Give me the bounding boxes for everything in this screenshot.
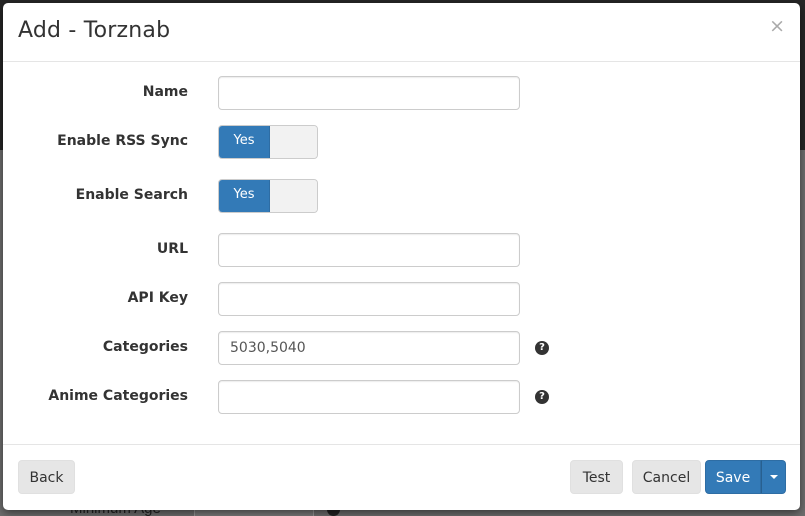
url-input[interactable] bbox=[218, 233, 520, 267]
url-label: URL bbox=[156, 241, 188, 257]
enable-search-yes: Yes bbox=[219, 180, 270, 212]
anime-categories-input[interactable] bbox=[218, 380, 520, 414]
enable-rss-sync-yes: Yes bbox=[219, 126, 270, 158]
modal-header: Add - Torznab × bbox=[3, 3, 800, 62]
cancel-button[interactable]: Cancel bbox=[632, 460, 701, 494]
save-button[interactable]: Save bbox=[705, 460, 761, 494]
question-circle-icon[interactable]: ? bbox=[535, 390, 549, 404]
categories-input[interactable] bbox=[218, 331, 520, 365]
back-button[interactable]: Back bbox=[18, 460, 75, 494]
enable-rss-sync-off-handle bbox=[270, 126, 317, 158]
anime-categories-row: Anime Categories ? bbox=[3, 380, 800, 414]
save-options-button[interactable] bbox=[761, 460, 786, 494]
url-row: URL bbox=[3, 233, 800, 267]
name-input[interactable] bbox=[218, 76, 520, 110]
api-key-input[interactable] bbox=[218, 282, 520, 316]
categories-row: Categories ? bbox=[3, 331, 800, 365]
modal-footer: Back Test Cancel Save bbox=[3, 444, 800, 510]
categories-label: Categories bbox=[102, 339, 188, 355]
modal-title: Add - Torznab bbox=[18, 18, 171, 43]
enable-rss-sync-label: Enable RSS Sync bbox=[57, 133, 188, 149]
enable-search-off-handle bbox=[270, 180, 317, 212]
test-button[interactable]: Test bbox=[570, 460, 623, 494]
enable-rss-sync-row: Enable RSS Sync Yes bbox=[3, 125, 800, 159]
name-label: Name bbox=[142, 84, 188, 100]
close-icon[interactable]: × bbox=[769, 17, 785, 36]
enable-search-label: Enable Search bbox=[75, 187, 188, 203]
api-key-row: API Key bbox=[3, 282, 800, 316]
enable-rss-sync-toggle[interactable]: Yes bbox=[218, 125, 318, 159]
enable-search-row: Enable Search Yes bbox=[3, 179, 800, 213]
name-row: Name bbox=[3, 76, 800, 110]
caret-down-icon bbox=[769, 475, 778, 479]
add-indexer-modal: Add - Torznab × Name Enable RSS Sync Yes… bbox=[3, 3, 800, 510]
anime-categories-label: Anime Categories bbox=[48, 388, 188, 404]
enable-search-toggle[interactable]: Yes bbox=[218, 179, 318, 213]
api-key-label: API Key bbox=[127, 290, 188, 306]
question-circle-icon[interactable]: ? bbox=[535, 341, 549, 355]
